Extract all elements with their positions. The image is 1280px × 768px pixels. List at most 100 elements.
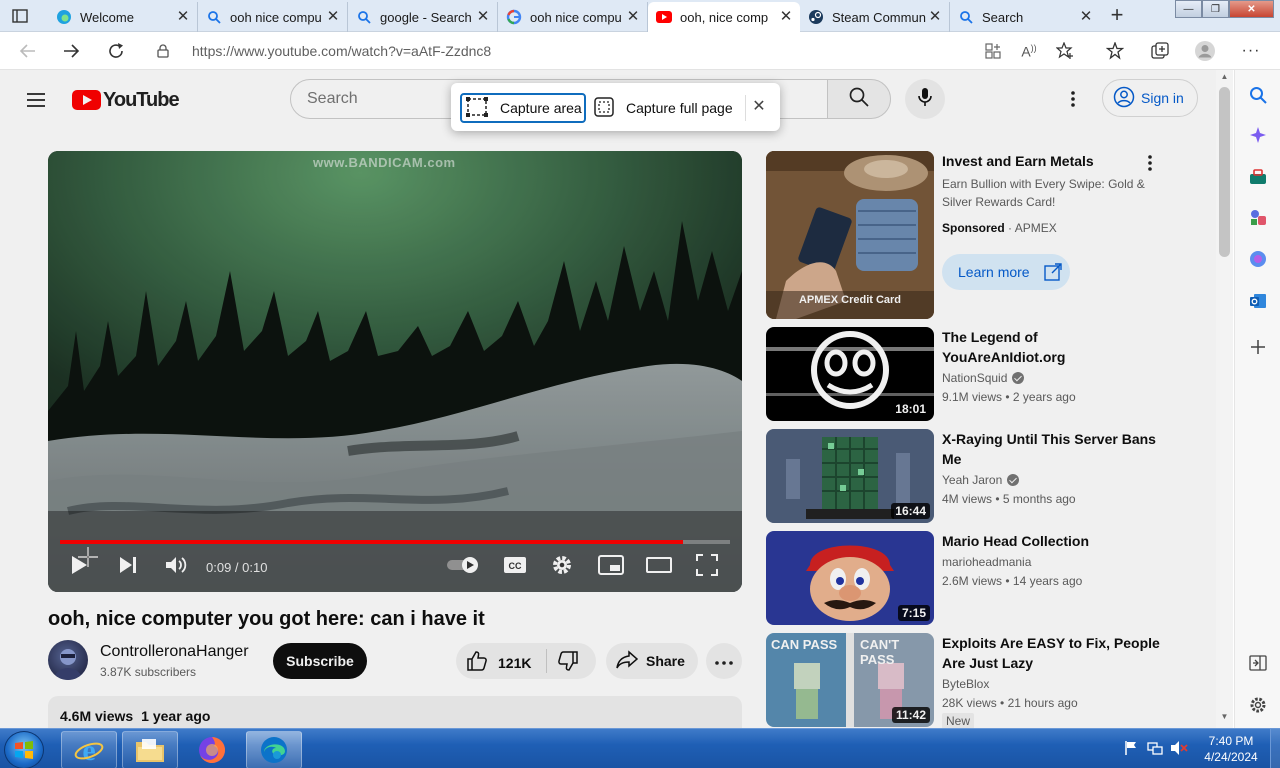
subscribe-button[interactable]: Subscribe: [273, 643, 367, 679]
network-icon[interactable]: [1146, 739, 1164, 757]
taskbar-file-explorer[interactable]: [122, 731, 178, 768]
tab-title: Steam Commun: [832, 9, 926, 25]
page-scrollbar[interactable]: ▲ ▼: [1216, 70, 1233, 728]
video-duration: 18:01: [891, 401, 930, 417]
close-icon[interactable]: ✕: [625, 9, 641, 25]
video-thumbnail[interactable]: 16:44: [766, 429, 934, 523]
more-actions-button[interactable]: [706, 643, 742, 679]
search-icon[interactable]: [1247, 84, 1269, 106]
tab-google[interactable]: ooh nice compu ✕: [498, 2, 648, 32]
minimize-button[interactable]: —: [1175, 0, 1202, 18]
sponsored-ad[interactable]: APMEX Credit Card Invest and Earn Metals…: [766, 151, 1206, 319]
maximize-button[interactable]: ❐: [1202, 0, 1229, 18]
profile-avatar-icon[interactable]: [1194, 40, 1216, 62]
video-thumbnail[interactable]: 18:01: [766, 327, 934, 421]
recommendation-item[interactable]: 16:44 X-Raying Until This Server Bans Me…: [766, 429, 1206, 523]
guide-menu-icon[interactable]: [24, 88, 48, 112]
description-box[interactable]: 4.6M views 1 year ago: [48, 696, 742, 728]
steam-icon: [808, 9, 824, 25]
taskbar-internet-explorer[interactable]: e: [61, 731, 117, 768]
sign-in-button[interactable]: Sign in: [1102, 79, 1198, 117]
close-window-button[interactable]: ✕: [1229, 0, 1274, 18]
video-player[interactable]: www.BANDICAM.com 0:09 / 0:10 CC: [48, 151, 742, 592]
collections-icon[interactable]: [1149, 40, 1171, 62]
close-icon[interactable]: ✕: [927, 9, 943, 25]
sidebar-settings-gear-icon[interactable]: [1247, 694, 1269, 716]
games-icon[interactable]: [1247, 206, 1269, 228]
search-button[interactable]: [827, 79, 891, 119]
close-icon[interactable]: ✕: [325, 9, 341, 25]
recommendation-item[interactable]: 18:01 The Legend of YouAreAnIdiot.org Na…: [766, 327, 1206, 421]
tab-search-1[interactable]: ooh nice compu ✕: [198, 2, 348, 32]
settings-button[interactable]: [551, 555, 573, 579]
volume-muted-icon[interactable]: [1170, 739, 1188, 757]
app-available-icon[interactable]: [982, 40, 1004, 62]
copilot-icon[interactable]: [1247, 124, 1269, 146]
lock-icon[interactable]: [148, 44, 178, 58]
shopping-icon[interactable]: [1247, 166, 1269, 188]
progress-bar[interactable]: [60, 540, 730, 544]
scroll-down-icon[interactable]: ▼: [1216, 712, 1233, 726]
action-center-flag-icon[interactable]: [1122, 739, 1140, 757]
start-button[interactable]: [4, 731, 44, 768]
tab-actions-icon[interactable]: [8, 6, 32, 26]
taskbar-edge-active[interactable]: [246, 731, 302, 768]
close-icon[interactable]: ✕: [475, 9, 491, 25]
mute-button[interactable]: [164, 555, 188, 579]
like-button[interactable]: 121K: [466, 650, 531, 675]
scrollbar-thumb[interactable]: [1219, 87, 1230, 257]
capture-full-page-button[interactable]: Capture full page: [594, 93, 744, 123]
tab-steam[interactable]: Steam Commun ✕: [800, 2, 950, 32]
url-field[interactable]: https://www.youtube.com/watch?v=aAtF-Zzd…: [148, 36, 1098, 66]
edge-sidebar: [1234, 70, 1280, 728]
tab-search-2[interactable]: google - Search ✕: [348, 2, 498, 32]
close-icon[interactable]: ✕: [1078, 9, 1094, 25]
outlook-icon[interactable]: [1247, 290, 1269, 312]
tab-welcome[interactable]: Welcome ✕: [48, 2, 198, 32]
back-button[interactable]: [14, 38, 42, 64]
divider: [745, 95, 746, 121]
recommendation-item[interactable]: CAN PASS CAN'T PASS 11:42 Exploits Are E…: [766, 633, 1206, 728]
web-capture-popup: Capture area Capture full page ✕: [451, 83, 780, 131]
tab-search-3[interactable]: Search ✕: [950, 2, 1100, 32]
show-desktop-button[interactable]: [1270, 729, 1280, 768]
channel-avatar[interactable]: [48, 640, 88, 680]
system-clock[interactable]: 7:40 PM 4/24/2024: [1196, 733, 1266, 765]
close-icon[interactable]: ✕: [778, 9, 794, 25]
dislike-button[interactable]: [557, 650, 579, 677]
capture-area-button[interactable]: Capture area: [460, 93, 586, 123]
refresh-button[interactable]: [102, 38, 130, 64]
taskbar-firefox[interactable]: [184, 731, 240, 768]
miniplayer-button[interactable]: [598, 554, 624, 579]
video-thumbnail[interactable]: 7:15: [766, 531, 934, 625]
video-thumbnail[interactable]: CAN PASS CAN'T PASS 11:42: [766, 633, 934, 727]
ad-menu-icon[interactable]: [1148, 155, 1152, 176]
settings-more-icon[interactable]: ···: [1240, 40, 1262, 62]
youtube-logo[interactable]: YouTube: [72, 88, 180, 112]
recommendation-item[interactable]: 7:15 Mario Head Collection marioheadmani…: [766, 531, 1206, 625]
read-aloud-icon[interactable]: A)): [1018, 40, 1040, 62]
voice-search-button[interactable]: [905, 79, 945, 119]
ad-thumbnail[interactable]: APMEX Credit Card: [766, 151, 934, 319]
tab-youtube-active[interactable]: ooh, nice comp ✕: [648, 2, 800, 32]
favorites-icon[interactable]: [1104, 40, 1126, 62]
learn-more-button[interactable]: Learn more: [942, 254, 1070, 290]
scroll-up-icon[interactable]: ▲: [1216, 72, 1233, 86]
share-button[interactable]: Share: [606, 643, 698, 679]
add-sidebar-icon[interactable]: [1247, 336, 1269, 358]
add-favorite-icon[interactable]: [1054, 40, 1076, 62]
channel-name[interactable]: ControlleronaHanger: [100, 643, 249, 661]
fullscreen-button[interactable]: [696, 553, 718, 579]
next-button[interactable]: [118, 555, 138, 579]
new-tab-button[interactable]: +: [1105, 4, 1129, 28]
hide-sidebar-icon[interactable]: [1247, 652, 1269, 674]
microsoft-365-icon[interactable]: [1247, 248, 1269, 270]
theater-mode-button[interactable]: [646, 555, 672, 579]
autoplay-toggle[interactable]: [446, 555, 482, 579]
subtitles-button[interactable]: CC: [503, 555, 527, 579]
forward-button[interactable]: [57, 38, 85, 64]
settings-menu-icon[interactable]: [1062, 88, 1084, 110]
close-capture-icon[interactable]: ✕: [749, 97, 769, 117]
close-icon[interactable]: ✕: [175, 9, 191, 25]
thumbs-up-icon: [466, 650, 488, 675]
